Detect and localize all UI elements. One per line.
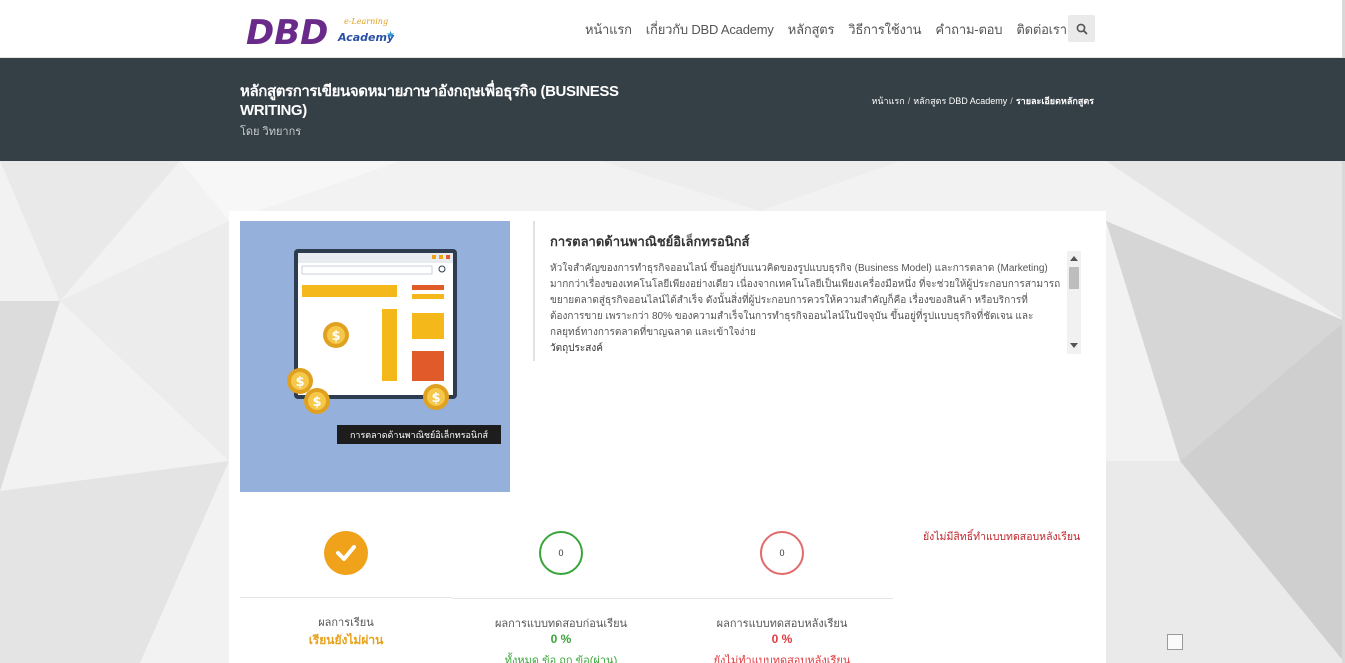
pretest-value: 0 %	[550, 632, 572, 646]
description-scrollbar[interactable]	[1067, 251, 1081, 354]
coin-icon: $	[323, 322, 349, 348]
search-icon	[1076, 23, 1088, 35]
posttest-value: 0 %	[771, 632, 793, 646]
nav-faq[interactable]: คำถาม-ตอบ	[935, 19, 1002, 40]
image-caption: การตลาดด้านพาณิชย์อิเล็กทรอนิกส์	[350, 428, 489, 440]
main-nav: หน้าแรก เกี่ยวกับ DBD Academy หลักสูตร ว…	[585, 19, 1081, 40]
scroll-thumb[interactable]	[1069, 267, 1079, 289]
course-instructor: โดย วิทยากร	[240, 126, 302, 138]
dbd-academy-logo[interactable]: DBD e-Learning Academy ★	[246, 8, 396, 52]
posttest-score-circle: 0	[760, 531, 804, 575]
breadcrumb-home[interactable]: หน้าแรก	[871, 96, 904, 106]
posttest-summary: ยังไม่ทำแบบทดสอบหลังเรียน	[713, 655, 851, 663]
svg-text:$: $	[431, 391, 440, 406]
pretest-score-circle: 0	[539, 531, 583, 575]
nav-courses[interactable]: หลักสูตร	[788, 19, 835, 40]
pretest-summary: ทั้งหมด ข้อ ถูก ข้อ(ผ่าน)	[504, 655, 618, 663]
checkmark-icon	[336, 545, 356, 561]
description-text: หัวใจสำคัญของการทำธุรกิจออนไลน์ ขึ้นอยู่…	[550, 263, 1061, 338]
svg-text:DBD: DBD	[246, 13, 328, 52]
posttest-permission-note: ยังไม่มีสิทธิ์ทำแบบทดสอบหลังเรียน	[923, 531, 1081, 543]
scroll-down-icon[interactable]	[1070, 343, 1078, 348]
top-navbar: DBD e-Learning Academy ★ หน้าแรก เกี่ยวก…	[0, 0, 1345, 58]
description-title: การตลาดด้านพาณิชย์อิเล็กทรอนิกส์	[550, 234, 750, 249]
svg-text:$: $	[331, 329, 340, 344]
divider	[452, 598, 893, 599]
svg-text:e-Learning: e-Learning	[344, 17, 388, 26]
nav-home[interactable]: หน้าแรก	[585, 19, 632, 40]
breadcrumb-courses[interactable]: หลักสูตร DBD Academy	[913, 96, 1007, 106]
divider	[240, 597, 452, 598]
coin-icon: $	[287, 368, 313, 394]
page-title: หลักสูตรการเขียนจดหมายภาษาอังกฤษเพื่อธุร…	[240, 83, 619, 119]
nav-about[interactable]: เกี่ยวกับ DBD Academy	[646, 19, 774, 40]
coin-icon: $	[304, 388, 330, 414]
nav-contact[interactable]: ติดต่อเรา	[1016, 19, 1067, 40]
ecommerce-illustration: $ $ $ $ การตลาดด้านพาณิชย์อิเล็กทรอนิกส์	[287, 249, 501, 444]
svg-text:★: ★	[386, 30, 395, 41]
breadcrumb: หน้าแรก / หลักสูตร DBD Academy / รายละเอียดห…	[871, 96, 1094, 106]
search-button[interactable]	[1068, 15, 1095, 42]
course-image: $ $ $ $ การตลาดด้านพาณิชย์อิเล็กทรอนิกส์	[240, 221, 510, 492]
description-body[interactable]: หัวใจสำคัญของการทำธุรกิจออนไลน์ ขึ้นอยู่…	[550, 261, 1062, 357]
broken-image-icon	[1167, 634, 1183, 650]
posttest-label: ผลการแบบทดสอบหลังเรียน	[716, 618, 848, 630]
objective-heading: วัตถุประสงค์	[550, 343, 603, 354]
pretest-label: ผลการแบบทดสอบก่อนเรียน	[494, 618, 628, 630]
course-description: การตลาดด้านพาณิชย์อิเล็กทรอนิกส์ หัวใจสำ…	[533, 221, 1083, 361]
learning-status-icon	[324, 531, 368, 575]
coin-icon: $	[423, 384, 449, 410]
course-title-band: หลักสูตรการเขียนจดหมายภาษาอังกฤษเพื่อธุร…	[0, 58, 1345, 161]
scroll-up-icon[interactable]	[1070, 256, 1078, 261]
svg-text:$: $	[312, 395, 321, 410]
breadcrumb-current: รายละเอียดหลักสูตร	[1015, 96, 1094, 106]
svg-text:$: $	[295, 375, 304, 390]
learning-result-value: เรียนยังไม่ผ่าน	[308, 633, 384, 647]
nav-howto[interactable]: วิธีการใช้งาน	[848, 19, 921, 40]
learning-result-label: ผลการเรียน	[318, 617, 374, 629]
